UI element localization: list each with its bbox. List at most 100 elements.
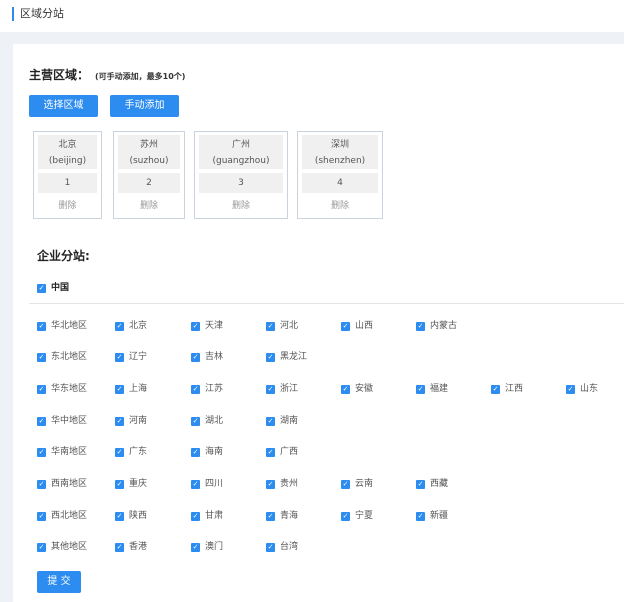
checkbox-label: 河北 [280,321,299,331]
checkbox-label: 福建 [430,384,449,394]
checkbox-region[interactable]: ✓ 西北地区 [37,510,87,522]
checkbox-province[interactable]: ✓ 安徽 [341,383,373,395]
checkbox-check-icon: ✓ [491,384,500,394]
region-index[interactable]: 1 [38,173,97,193]
checkbox-label: 华南地区 [51,447,88,457]
checkbox-label: 甘肃 [205,511,224,521]
region-index[interactable]: 2 [118,173,180,193]
checkbox-label: 宁夏 [355,511,374,521]
checkbox-province[interactable]: ✓ 福建 [416,383,448,395]
checkbox-label: 青海 [280,511,299,521]
checkbox-province[interactable]: ✓ 湖北 [191,415,223,427]
checkbox-province[interactable]: ✓ 山东 [566,383,598,395]
checkbox-province[interactable]: ✓ 江西 [491,383,523,395]
delete-link[interactable]: 删除 [302,198,378,214]
region-pinyin: (shenzhen) [314,156,366,166]
delete-link[interactable]: 删除 [199,198,283,214]
checkbox-province[interactable]: ✓ 山西 [341,320,373,332]
checkbox-check-icon: ✓ [115,384,124,394]
checkbox-province[interactable]: ✓ 甘肃 [191,510,223,522]
submit-button[interactable]: 提 交 [37,571,81,593]
checkbox-label: 陕西 [129,511,148,521]
checkbox-province[interactable]: ✓ 青海 [266,510,298,522]
checkbox-label: 台湾 [280,542,299,552]
main-region-label: 主营区域： [29,68,90,82]
checkbox-label: 广西 [280,447,299,457]
checkbox-province[interactable]: ✓ 贵州 [266,478,298,490]
checkbox-province[interactable]: ✓ 江苏 [191,383,223,395]
checkbox-province[interactable]: ✓ 云南 [341,478,373,490]
checkbox-province[interactable]: ✓ 台湾 [266,541,298,553]
checkbox-check-icon: ✓ [115,416,124,426]
checkbox-province[interactable]: ✓ 黑龙江 [266,351,307,363]
checkbox-province[interactable]: ✓ 西藏 [416,478,448,490]
checkbox-label: 重庆 [129,479,148,489]
checkbox-label: 江苏 [205,384,224,394]
checkbox-province[interactable]: ✓ 宁夏 [341,510,373,522]
checkbox-province[interactable]: ✓ 湖南 [266,415,298,427]
checkbox-province[interactable]: ✓ 四川 [191,478,223,490]
checkbox-label: 吉林 [205,352,224,362]
delete-link[interactable]: 删除 [118,198,180,214]
checkbox-province[interactable]: ✓ 北京 [115,320,147,332]
checkbox-province[interactable]: ✓ 新疆 [416,510,448,522]
checkbox-check-icon: ✓ [416,384,425,394]
checkbox-region[interactable]: ✓ 华东地区 [37,383,87,395]
checkbox-province[interactable]: ✓ 辽宁 [115,351,147,363]
checkbox-province[interactable]: ✓ 上海 [115,383,147,395]
checkbox-province[interactable]: ✓ 香港 [115,541,147,553]
checkbox-province[interactable]: ✓ 广东 [115,446,147,458]
checkbox-label: 浙江 [280,384,299,394]
checkbox-label: 中国 [51,283,70,293]
checkbox-region[interactable]: ✓ 西南地区 [37,478,87,490]
checkbox-label: 西北地区 [51,511,88,521]
checkbox-region[interactable]: ✓ 华南地区 [37,446,87,458]
checkbox-province[interactable]: ✓ 河南 [115,415,147,427]
checkbox-label: 西南地区 [51,479,88,489]
checkbox-province[interactable]: ✓ 内蒙古 [416,320,457,332]
checkbox-label: 北京 [129,321,148,331]
checkbox-province[interactable]: ✓ 天津 [191,320,223,332]
select-region-button[interactable]: 选择区域 [29,95,98,117]
checkbox-region[interactable]: ✓ 华北地区 [37,320,87,332]
checkbox-check-icon: ✓ [191,384,200,394]
region-pinyin: (guangzhou) [212,156,270,166]
delete-link[interactable]: 删除 [38,198,97,214]
checkbox-province[interactable]: ✓ 海南 [191,446,223,458]
checkbox-label: 广东 [129,447,148,457]
checkbox-region[interactable]: ✓ 其他地区 [37,541,87,553]
checkbox-china[interactable]: ✓ 中国 [37,282,69,294]
manual-add-button[interactable]: 手动添加 [110,95,179,117]
checkbox-check-icon: ✓ [341,321,350,331]
checkbox-region[interactable]: ✓ 东北地区 [37,351,87,363]
region-pinyin: (suzhou) [129,156,169,166]
checkbox-province[interactable]: ✓ 吉林 [191,351,223,363]
checkbox-check-icon: ✓ [191,542,200,552]
region-card: 北京 (beijing) 1 删除 [33,131,102,219]
checkbox-check-icon: ✓ [191,447,200,457]
checkbox-region[interactable]: ✓ 华中地区 [37,415,87,427]
branch-section-title: 企业分站: [37,249,90,263]
title-accent-bar [12,7,14,21]
checkbox-label: 内蒙古 [430,321,458,331]
checkbox-label: 湖南 [280,416,299,426]
checkbox-check-icon: ✓ [115,321,124,331]
checkbox-check-icon: ✓ [37,283,46,293]
region-card: 深圳 (shenzhen) 4 删除 [297,131,383,219]
content-panel [13,44,624,602]
checkbox-province[interactable]: ✓ 浙江 [266,383,298,395]
checkbox-province[interactable]: ✓ 广西 [266,446,298,458]
region-index[interactable]: 3 [199,173,283,193]
checkbox-label: 四川 [205,479,224,489]
checkbox-province[interactable]: ✓ 重庆 [115,478,147,490]
checkbox-check-icon: ✓ [115,479,124,489]
checkbox-label: 新疆 [430,511,449,521]
checkbox-check-icon: ✓ [266,479,275,489]
checkbox-province[interactable]: ✓ 澳门 [191,541,223,553]
checkbox-check-icon: ✓ [37,321,46,331]
checkbox-province[interactable]: ✓ 河北 [266,320,298,332]
checkbox-province[interactable]: ✓ 陕西 [115,510,147,522]
main-region-title: 主营区域： (可手动添加，最多10个) [29,66,185,86]
checkbox-check-icon: ✓ [191,321,200,331]
region-index[interactable]: 4 [302,173,378,193]
